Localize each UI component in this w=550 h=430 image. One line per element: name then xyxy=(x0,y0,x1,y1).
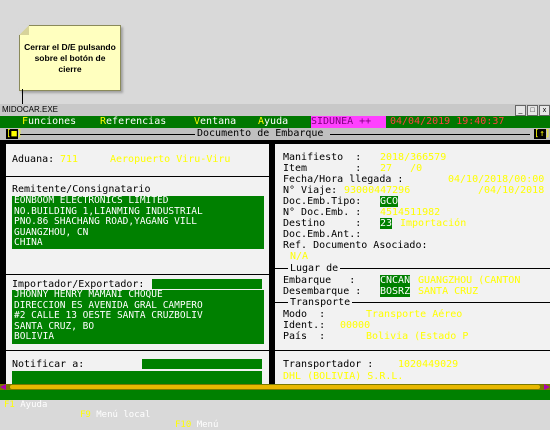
status-menu-local[interactable]: F9 Menú local xyxy=(80,410,150,420)
menu-ayuda[interactable]: Ayuda xyxy=(258,116,288,128)
transportador-name: DHL (BOLIVIA) S.R.L. xyxy=(283,371,404,382)
viaje-date[interactable]: /04/10/2018 xyxy=(478,185,544,196)
destino-value: Importación xyxy=(400,218,467,229)
embarque-code[interactable]: CNCAN xyxy=(380,275,411,286)
desembarque-code[interactable]: BOSRZ xyxy=(380,286,411,297)
aduana-code[interactable]: 711 xyxy=(60,154,78,165)
remitente-divider xyxy=(6,274,269,275)
fecha-value[interactable]: 04/10/2018/00:00 xyxy=(448,174,544,185)
system-datetime: 04/04/2019 19:40:37 xyxy=(390,116,505,127)
docemb-label: N° Doc.Emb. : xyxy=(283,207,362,218)
importador-label: Importador/Exportador: xyxy=(12,279,145,290)
transportador-value[interactable]: 1020449029 xyxy=(398,359,458,370)
header-rule-left xyxy=(20,134,195,135)
viaje-label: N° Viaje: xyxy=(283,185,338,196)
status-ayuda[interactable]: F1 Ayuda xyxy=(4,400,47,410)
close-button[interactable]: x xyxy=(539,105,550,116)
ref-value[interactable]: N/A xyxy=(290,251,308,262)
item-value[interactable]: 27 /0 xyxy=(380,163,422,174)
window-titlebar: MIDOCAR.EXE _ □ x xyxy=(0,104,550,116)
manifiesto-label: Manifiesto : xyxy=(283,152,362,163)
header-rule-right xyxy=(330,134,530,135)
pane-divider xyxy=(271,144,272,384)
desembarque-label: Desembarque : xyxy=(283,286,362,297)
app-window: MIDOCAR.EXE _ □ x Funciones Referencias … xyxy=(0,104,550,400)
manifiesto-value[interactable]: 2018/366579 xyxy=(380,152,446,163)
tooltip-text: Cerrar el D/E pulsando sobre el botón de… xyxy=(24,41,116,74)
help-tooltip: Cerrar el D/E pulsando sobre el botón de… xyxy=(19,25,121,91)
minimize-button[interactable]: _ xyxy=(515,105,526,116)
modo-value[interactable]: Transporte Aéreo xyxy=(366,309,462,320)
maximize-button[interactable]: □ xyxy=(527,105,538,116)
remitente-label: Remitente/Consignatario xyxy=(12,184,151,195)
importador-divider xyxy=(6,350,269,351)
tooltip-fold xyxy=(19,25,29,35)
notificar-id-field[interactable] xyxy=(142,359,262,369)
modo-label: Modo : xyxy=(283,309,326,320)
embarque-value: GUANGZHOU (CANTON xyxy=(418,275,521,286)
tipo-value[interactable]: GCO xyxy=(380,196,399,207)
pais-label: País : xyxy=(283,331,326,342)
menu-ventana[interactable]: Ventana xyxy=(194,116,236,128)
pais-value[interactable]: Bolivia (Estado P xyxy=(366,331,468,342)
menu-referencias[interactable]: Referencias xyxy=(100,116,166,128)
ant-label: Doc.Emb.Ant.: xyxy=(283,229,362,240)
window-title: MIDOCAR.EXE xyxy=(2,105,59,114)
notificar-field[interactable] xyxy=(12,371,262,384)
aduana-label: Aduana: xyxy=(12,154,55,165)
docemb-value[interactable]: 4514511982 xyxy=(380,207,440,218)
document-header: [■] Documento de Embarque [↑] xyxy=(0,128,550,140)
menu-funciones[interactable]: Funciones xyxy=(22,116,76,128)
aduana-name: Aeropuerto Viru-Viru xyxy=(110,154,231,165)
status-menu[interactable]: F10 Menú xyxy=(175,420,218,430)
window-controls: _ □ x xyxy=(515,105,550,116)
left-indicator[interactable]: [■] xyxy=(6,129,22,139)
ident-value[interactable]: 00000 xyxy=(340,320,370,331)
menu-bar: Funciones Referencias Ventana Ayuda SIDU… xyxy=(0,116,550,128)
tipo-label: Doc.Emb.Tipo: xyxy=(283,196,362,207)
embarque-label: Embarque : xyxy=(283,275,356,286)
viaje-value[interactable]: 93000447296 xyxy=(344,185,410,196)
ref-label: Ref. Documento Asociado: xyxy=(283,240,428,251)
lugar-label: Lugar de xyxy=(288,263,341,274)
destino-label: Destino : xyxy=(283,218,362,229)
transporte-label: Transporte xyxy=(288,297,353,308)
right-indicator[interactable]: [↑] xyxy=(534,129,550,139)
left-pane xyxy=(6,144,269,384)
remitente-field[interactable]: EONBOOM ELECTRONICS LIMITED NO.BUILDING 1… xyxy=(12,196,264,249)
ident-label: Ident.: xyxy=(283,320,326,331)
item-label: Item : xyxy=(283,163,362,174)
aduana-divider xyxy=(6,176,269,177)
scrollbar-thumb[interactable] xyxy=(10,385,540,389)
transportador-label: Transportador : xyxy=(283,359,374,370)
system-name: SIDUNEA ++ xyxy=(311,116,386,128)
destino-code[interactable]: 23 xyxy=(380,218,393,229)
document-title: Documento de Embarque xyxy=(195,128,326,140)
importador-id-field[interactable] xyxy=(152,279,262,289)
pais-divider xyxy=(275,350,550,351)
fecha-label: Fecha/Hora llegada : xyxy=(283,174,404,185)
notificar-label: Notificar a: xyxy=(12,359,85,370)
desembarque-value: SANTA CRUZ xyxy=(418,286,479,297)
importador-field[interactable]: JHONNY HENRY MAMANI CHOQUE DIRECCION ES A… xyxy=(12,290,264,344)
status-bar: F1 Ayuda F9 Menú local F10 Menú xyxy=(0,390,550,430)
